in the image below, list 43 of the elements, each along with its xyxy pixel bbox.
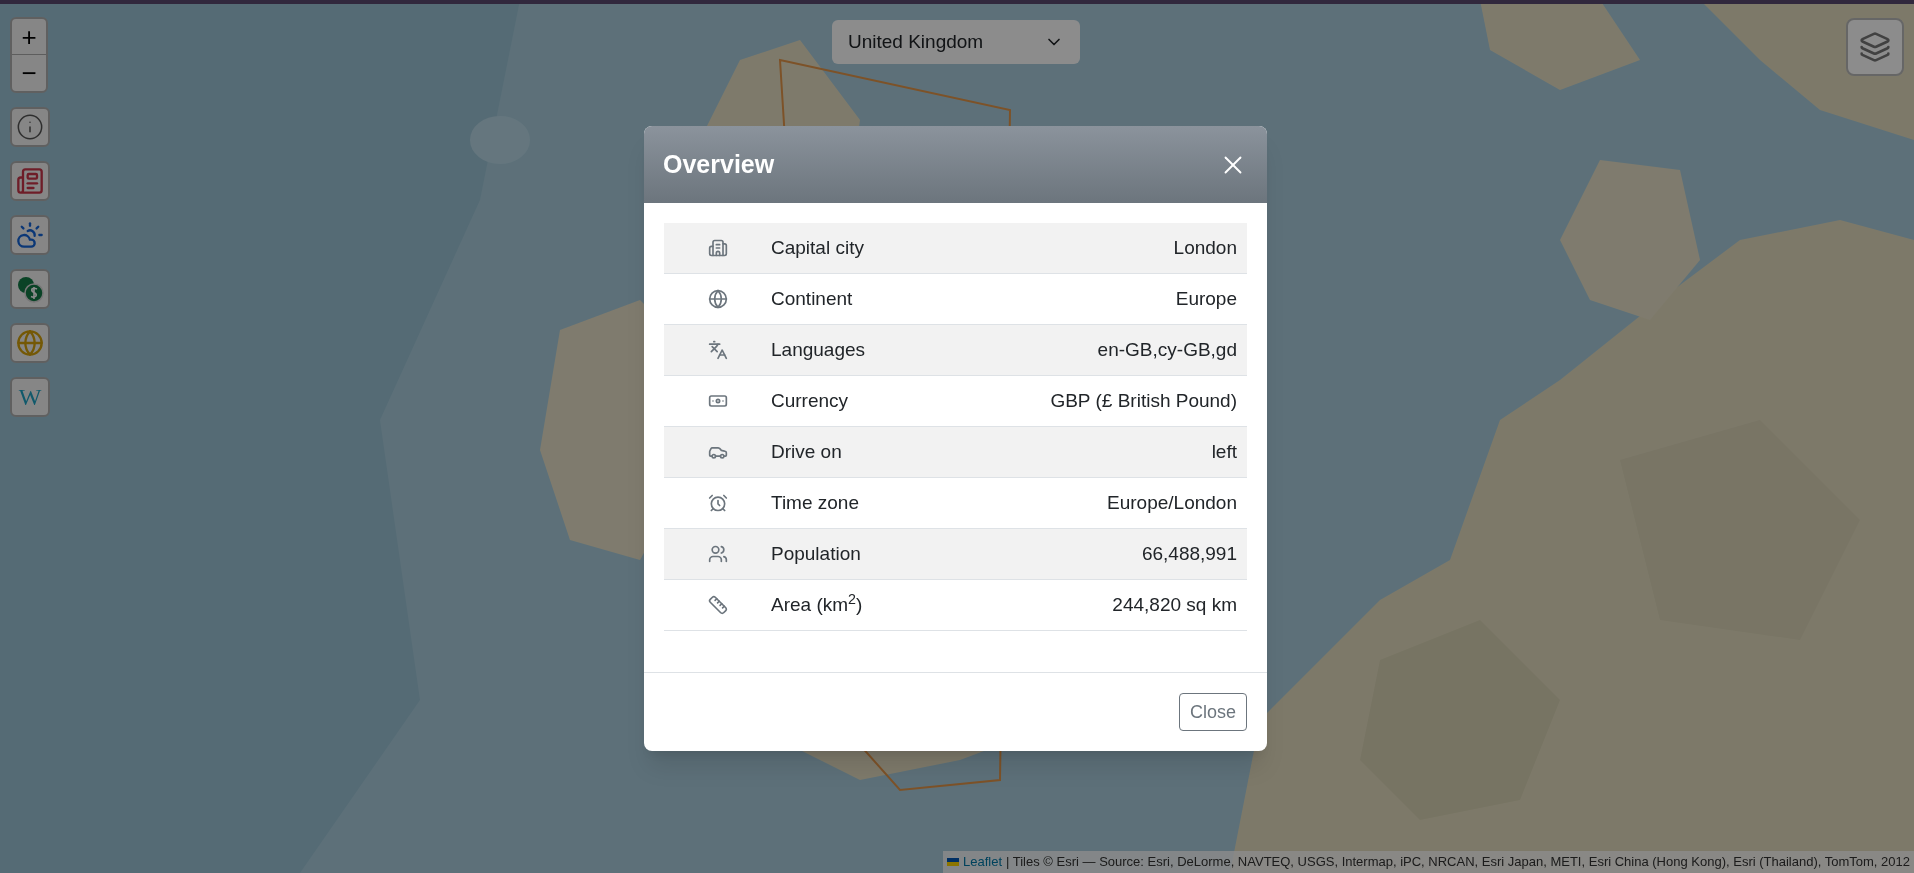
leaflet-link[interactable]: Leaflet: [962, 852, 1002, 872]
ruler-icon: [707, 595, 728, 615]
newspaper-icon: [16, 167, 44, 195]
info-icon: [16, 113, 44, 141]
row-label: Time zone: [771, 490, 860, 515]
globe-icon: [16, 329, 44, 357]
row-value: Europe/London: [1107, 490, 1238, 515]
alarm-clock-icon: [707, 493, 728, 513]
row-label: Drive on: [771, 439, 843, 464]
row-value: 66,488,991: [1141, 541, 1238, 566]
dialog-title: Overview: [663, 148, 775, 180]
row-value: Europe: [1175, 286, 1238, 311]
country-select[interactable]: United Kingdom: [832, 20, 1080, 64]
row-label: Capital city: [771, 235, 865, 260]
row-label: Population: [771, 541, 862, 566]
map-tool-button[interactable]: [10, 107, 50, 147]
coins-icon: [16, 275, 44, 303]
people-icon: [707, 544, 728, 564]
translate-icon: [707, 340, 728, 360]
layers-button[interactable]: [1846, 18, 1904, 76]
row-value: London: [1173, 235, 1238, 260]
row-value: GBP (£ British Pound): [1050, 388, 1238, 413]
attribution-text: | Tiles © Esri — Source: Esri, DeLorme, NAVTEQ, USGS, Intermap, iPC, NRCAN, Esri Japan, METI, Esri China (Hong Kong), Esri (Thailand), TomTom, 2012: [1006, 853, 1910, 872]
zoom-in-button[interactable]: +: [12, 19, 46, 55]
map-tool-button[interactable]: [10, 161, 50, 201]
row-label: Currency: [771, 388, 850, 413]
cloud-sun-icon: [16, 221, 44, 249]
row-value: left: [1211, 439, 1238, 464]
wikipedia-logo: W: [18, 385, 42, 409]
ukraine-flag-icon: [946, 858, 959, 866]
map-tool-button[interactable]: [10, 323, 50, 363]
zoom-out-button[interactable]: −: [12, 55, 46, 91]
layers-icon: [1859, 31, 1891, 63]
row-label: Languages: [771, 337, 867, 362]
row-value: 244,820 sq km: [1112, 592, 1238, 617]
row-label: Continent: [771, 286, 854, 311]
map-tool-button[interactable]: [10, 215, 50, 255]
map-tool-button[interactable]: [10, 269, 50, 309]
row-label: Area (km$^{2}$): [771, 590, 864, 617]
close-button[interactable]: Close: [1178, 693, 1247, 731]
row-value: en-GB,cy-GB,gd: [1097, 337, 1238, 362]
globe-icon: [707, 289, 728, 309]
building-icon: [707, 238, 728, 258]
